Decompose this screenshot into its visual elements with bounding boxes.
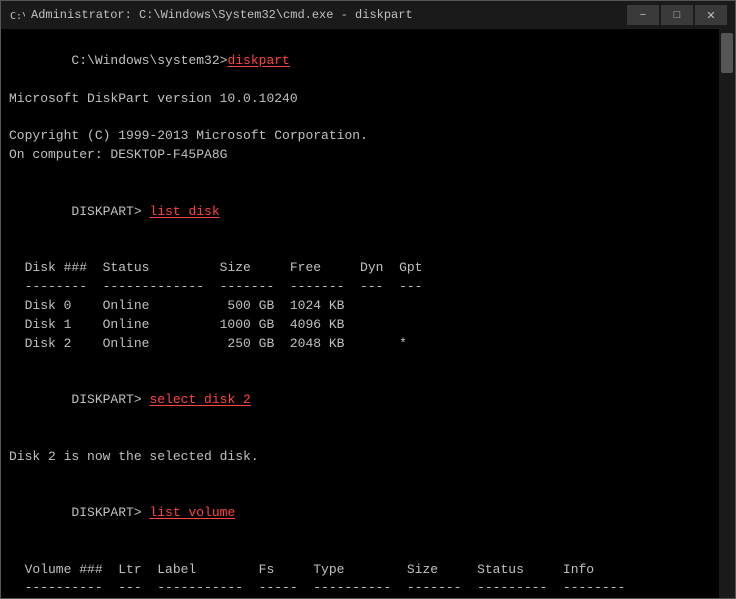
blank7: [9, 542, 709, 561]
prompt1: DISKPART>: [71, 204, 149, 219]
blank6: [9, 466, 709, 485]
select-disk-command: select disk 2: [149, 392, 250, 407]
copyright-line: Copyright (C) 1999-2013 Microsoft Corpor…: [9, 127, 709, 146]
scrollbar-thumb[interactable]: [721, 33, 733, 73]
vol-header: Volume ### Ltr Label Fs Type Size Status…: [9, 561, 709, 580]
path-prompt: C:\Windows\system32>: [71, 53, 227, 68]
version-line: Microsoft DiskPart version 10.0.10240: [9, 90, 709, 109]
list-disk-line: DISKPART> list disk: [9, 184, 709, 241]
vol-separator: ---------- --- ----------- ----- -------…: [9, 579, 709, 598]
list-volume-line: DISKPART> list volume: [9, 485, 709, 542]
scrollbar[interactable]: [719, 29, 735, 598]
svg-text:C:\: C:\: [10, 11, 25, 22]
blank1: [9, 108, 709, 127]
path-line: C:\Windows\system32>diskpart: [9, 33, 709, 90]
maximize-button[interactable]: □: [661, 5, 693, 25]
terminal-body[interactable]: C:\Windows\system32>diskpart Microsoft D…: [1, 29, 735, 598]
select-disk-line: DISKPART> select disk 2: [9, 372, 709, 429]
close-button[interactable]: ✕: [695, 5, 727, 25]
diskpart-command: diskpart: [227, 53, 289, 68]
blank2: [9, 165, 709, 184]
disk-header: Disk ### Status Size Free Dyn Gpt: [9, 259, 709, 278]
disk-separator: -------- ------------- ------- ------- -…: [9, 278, 709, 297]
terminal-content: C:\Windows\system32>diskpart Microsoft D…: [9, 33, 727, 598]
cmd-icon: C:\: [9, 7, 25, 23]
selected-disk-line: Disk 2 is now the selected disk.: [9, 448, 709, 467]
disk2-row: Disk 2 Online 250 GB 2048 KB *: [9, 335, 709, 354]
list-disk-command: list disk: [149, 204, 219, 219]
minimize-button[interactable]: −: [627, 5, 659, 25]
blank4: [9, 353, 709, 372]
disk0-row: Disk 0 Online 500 GB 1024 KB: [9, 297, 709, 316]
title-bar: C:\ Administrator: C:\Windows\System32\c…: [1, 1, 735, 29]
list-volume-command: list volume: [149, 505, 235, 520]
blank3: [9, 240, 709, 259]
computer-line: On computer: DESKTOP-F45PA8G: [9, 146, 709, 165]
prompt2: DISKPART>: [71, 392, 149, 407]
prompt3: DISKPART>: [71, 505, 149, 520]
title-bar-text: Administrator: C:\Windows\System32\cmd.e…: [31, 8, 627, 22]
window-controls: − □ ✕: [627, 5, 727, 25]
cmd-window: C:\ Administrator: C:\Windows\System32\c…: [0, 0, 736, 599]
disk1-row: Disk 1 Online 1000 GB 4096 KB: [9, 316, 709, 335]
blank5: [9, 429, 709, 448]
